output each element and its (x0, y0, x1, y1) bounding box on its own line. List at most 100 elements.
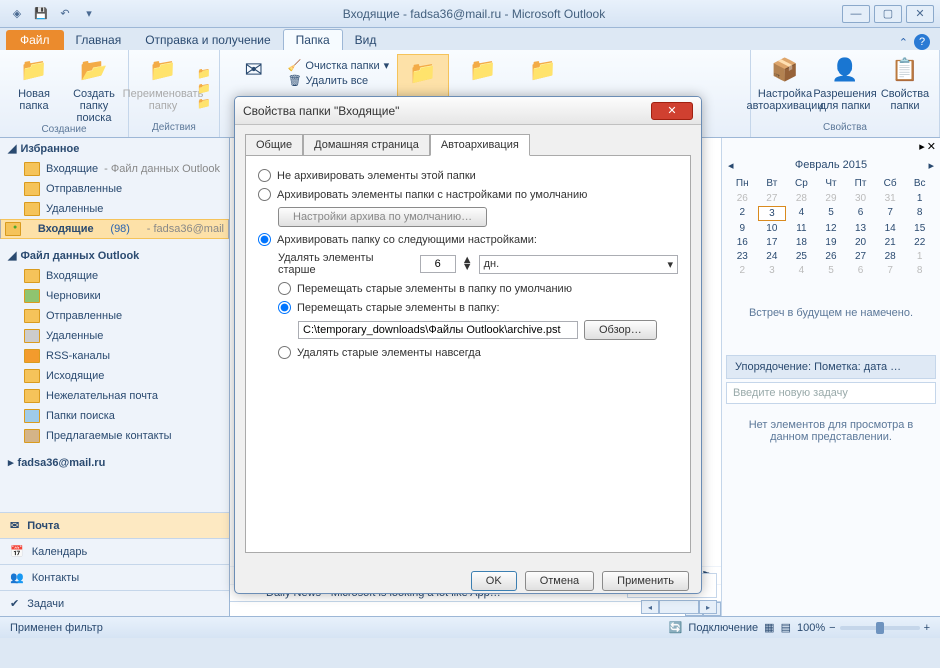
fav-sent[interactable]: Отправленные (0, 179, 229, 199)
fav-inbox[interactable]: Входящие - Файл данных Outlook (0, 159, 229, 179)
archive-path-input[interactable] (298, 321, 578, 339)
dialog-tab-autoarchive[interactable]: Автоархивация (430, 134, 530, 156)
qat-customize-icon[interactable]: ▾ (78, 4, 100, 24)
opt-custom-archive[interactable]: Архивировать папку со следующими настрой… (258, 230, 678, 249)
tab-home[interactable]: Главная (64, 30, 134, 50)
apply-button[interactable]: Применить (602, 571, 689, 591)
age-value-input[interactable] (420, 255, 456, 273)
qat-save-icon[interactable]: 💾 (30, 4, 52, 24)
folder-junk[interactable]: Нежелательная почта (0, 386, 229, 406)
dialog-tab-general[interactable]: Общие (245, 134, 303, 156)
fav-deleted[interactable]: Удаленные (0, 199, 229, 219)
dialog-buttons: OK Отмена Применить (235, 563, 701, 594)
zoom-slider[interactable] (840, 626, 920, 630)
datafile-header[interactable]: ◢ Файл данных Outlook (0, 245, 229, 266)
date-navigator[interactable]: ПнВтСрЧтПтСбВс26272829303112345678910111… (722, 176, 940, 277)
calendar-icon: 📅 (10, 545, 24, 558)
folder-up-icon: 📁 (527, 54, 559, 86)
folder-deleted[interactable]: Удаленные (0, 326, 229, 346)
favorites-header[interactable]: ◢ Избранное (0, 138, 229, 159)
folder-outbox[interactable]: Исходящие (0, 366, 229, 386)
status-bar: Применен фильтр 🔄 Подключение ▦ ▤ 100% −… (0, 616, 940, 638)
group-actions-label: Действия (137, 122, 211, 133)
tab-file[interactable]: Файл (6, 30, 64, 50)
age-spin-down[interactable]: ▼ (462, 264, 473, 271)
folder-sent[interactable]: Отправленные (0, 306, 229, 326)
default-archive-settings-button[interactable]: Настройки архива по умолчанию… (278, 207, 487, 227)
broom-icon: 🧹 (288, 59, 302, 72)
folder-permissions-button[interactable]: 👤Разрешения для папки (819, 54, 871, 122)
hscroll-track[interactable] (659, 600, 699, 614)
help-icon[interactable]: ? (914, 34, 930, 50)
filter-status-label: Применен фильтр (10, 622, 103, 634)
folder-rss[interactable]: RSS-каналы (0, 346, 229, 366)
folder-gear-icon: 📁 (467, 54, 499, 86)
module-mail[interactable]: ✉Почта (0, 512, 229, 538)
arrangement-header[interactable]: Упорядочение: Пометка: дата … (726, 355, 936, 379)
module-tasks[interactable]: ✔Задачи (0, 590, 229, 616)
rename-folder-button[interactable]: 📁Переименовать папку (137, 54, 189, 122)
minimize-button[interactable]: — (842, 5, 870, 23)
mail-icon: ✉ (10, 519, 19, 532)
zoom-out-button[interactable]: − (829, 622, 835, 634)
dialog-titlebar[interactable]: Свойства папки "Входящие" ✕ (235, 97, 701, 125)
age-unit-select[interactable]: дн.▾ (479, 255, 678, 274)
prev-month-button[interactable]: ◂ (728, 159, 734, 172)
collapse-icon[interactable]: ▸ (919, 140, 925, 153)
next-month-button[interactable]: ▸ (928, 159, 934, 172)
close-button[interactable]: ✕ (906, 5, 934, 23)
zoom-in-button[interactable]: + (924, 622, 930, 634)
tasks-icon: ✔ (10, 597, 19, 610)
hscroll-left-button[interactable]: ◂ (641, 600, 659, 614)
folder-search-folders[interactable]: Папки поиска (0, 406, 229, 426)
group-properties-label: Свойства (759, 122, 931, 133)
folder-suggested-contacts[interactable]: Предлагаемые контакты (0, 426, 229, 446)
opt-no-archive[interactable]: Не архивировать элементы этой папки (258, 166, 678, 185)
person-key-icon: 👤 (829, 54, 861, 86)
copy-folder-button[interactable]: 📁 (197, 66, 211, 81)
tab-send-receive[interactable]: Отправка и получение (133, 30, 282, 50)
folder-drafts[interactable]: Черновики (0, 286, 229, 306)
delete-all-icon: 🗑 (288, 74, 302, 87)
browse-button[interactable]: Обзор… (584, 320, 657, 340)
ok-button[interactable]: OK (471, 571, 517, 591)
fav-inbox-account[interactable]: Входящие (98) - fadsa36@mail (0, 219, 229, 239)
qat-undo-icon[interactable]: ↶ (54, 4, 76, 24)
opt-move-default[interactable]: Перемещать старые элементы в папку по ум… (258, 279, 678, 298)
properties-icon: 📋 (889, 54, 921, 86)
folder-properties-button[interactable]: 📋Свойства папки (879, 54, 931, 122)
maximize-button[interactable]: ▢ (874, 5, 902, 23)
opt-delete-permanently[interactable]: Удалять старые элементы навсегда (258, 343, 678, 362)
layout-normal-button[interactable]: ▦ (764, 621, 774, 634)
dialog-close-button[interactable]: ✕ (651, 102, 693, 120)
tab-folder[interactable]: Папка (283, 29, 343, 50)
folder-inbox[interactable]: Входящие (0, 266, 229, 286)
dialog-tab-homepage[interactable]: Домашняя страница (303, 134, 430, 156)
ribbon-minimize-icon[interactable]: ⌃ (899, 36, 908, 49)
qat-outlook-icon[interactable]: ◈ (6, 4, 28, 24)
module-calendar[interactable]: 📅Календарь (0, 538, 229, 564)
new-task-input[interactable]: Введите новую задачу (726, 382, 936, 404)
no-items-label: Нет элементов для просмотра в данном пре… (722, 407, 940, 455)
new-folder-button[interactable]: 📁Новая папка (8, 54, 60, 124)
hscroll-right-button[interactable]: ▸ (699, 600, 717, 614)
opt-move-custom[interactable]: Перемещать старые элементы в папку: (258, 298, 678, 317)
account-header[interactable]: ▸ fadsa36@mail.ru (0, 452, 229, 473)
no-appointments-label: Встреч в будущем не намечено. (722, 277, 940, 349)
delete-all-button[interactable]: 🗑Удалить все (288, 73, 389, 88)
opt-default-archive[interactable]: Архивировать элементы папки с настройкам… (258, 185, 678, 204)
tab-view[interactable]: Вид (343, 30, 389, 50)
delete-folder-button[interactable]: 📁 (197, 96, 211, 111)
close-todo-icon[interactable]: ✕ (927, 140, 936, 153)
cancel-button[interactable]: Отмена (525, 571, 594, 591)
new-search-folder-button[interactable]: 📂Создать папку поиска (68, 54, 120, 124)
zoom-control[interactable]: 100% − + (797, 622, 930, 634)
autoarchive-settings-button[interactable]: 📦Настройка автоархивации (759, 54, 811, 122)
folder-properties-dialog: Свойства папки "Входящие" ✕ Общие Домашн… (234, 96, 702, 594)
envelope-icon: ✉ (238, 54, 270, 86)
layout-reading-button[interactable]: ▤ (781, 621, 791, 634)
move-folder-button[interactable]: 📁 (197, 81, 211, 96)
cleanup-folder-button[interactable]: 🧹Очистка папки ▾ (288, 58, 389, 73)
todo-bar: ▸ ✕ ◂ Февраль 2015 ▸ ПнВтСрЧтПтСбВс26272… (722, 138, 940, 616)
module-contacts[interactable]: 👥Контакты (0, 564, 229, 590)
